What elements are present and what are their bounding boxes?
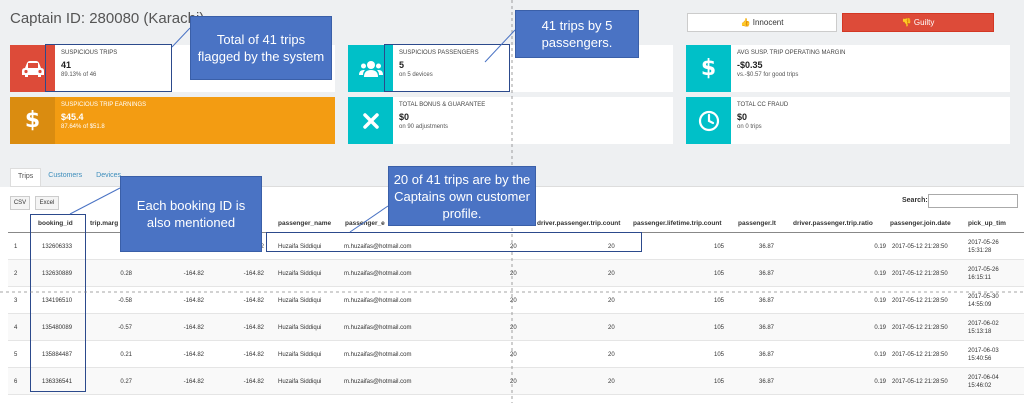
callout-booking-id: Each booking ID is also mentioned [120,176,262,252]
callout-own-profile: 20 of 41 trips are by the Captains own c… [388,166,536,226]
callout-trips-flagged: Total of 41 trips flagged by the system [190,16,332,80]
callout-passengers: 41 trips by 5 passengers. [515,10,639,58]
